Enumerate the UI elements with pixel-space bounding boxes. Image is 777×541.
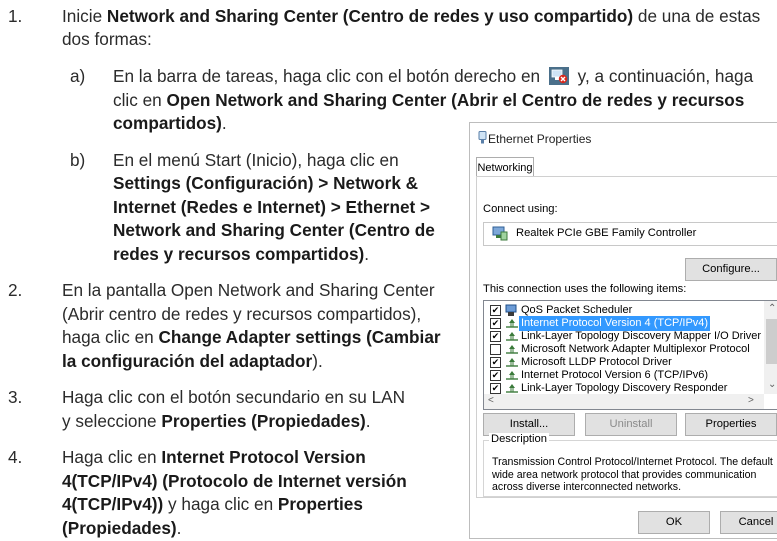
protocol-icon xyxy=(506,358,518,367)
dialog-title: Ethernet Properties xyxy=(488,132,592,146)
bold-text: Network and Sharing Center (Centro de re… xyxy=(106,6,634,26)
text-run: Haga clic con el botón secundario en su … xyxy=(62,387,406,407)
bold-text: compartidos) xyxy=(113,113,222,133)
step-4-line-1: Haga clic en Internet Protocol Version xyxy=(62,446,366,470)
substep-a-line-3: compartidos). xyxy=(113,112,227,136)
ethernet-adapter-icon xyxy=(478,131,487,144)
component-checkbox[interactable]: ✔ xyxy=(490,357,501,368)
component-checkbox[interactable] xyxy=(490,344,501,355)
substep-b-letter: b) xyxy=(70,150,86,170)
component-checkbox[interactable]: ✔ xyxy=(490,383,501,394)
text-run: ). xyxy=(312,351,323,371)
vertical-scrollbar[interactable]: ⌃ ⌄ xyxy=(764,301,777,394)
network-tray-icon xyxy=(548,67,569,85)
step-1-number: 1. xyxy=(8,6,23,26)
step-1-line-1: Inicie Network and Sharing Center (Centr… xyxy=(62,5,760,29)
text-run: En la barra de tareas, haga clic con el … xyxy=(113,66,545,86)
substep-a-letter: a) xyxy=(70,66,86,86)
bold-text: 4(TCP/IPv4)) xyxy=(62,494,164,514)
bold-text: la configuración del adaptador xyxy=(62,351,313,371)
qos-icon xyxy=(505,304,517,316)
tab-networking[interactable]: Networking xyxy=(476,157,534,178)
description-label: Description xyxy=(489,433,549,445)
text-run: En la pantalla Open Network and Sharing … xyxy=(62,280,435,300)
step-2-line-3: haga clic en Change Adapter settings (Ca… xyxy=(62,326,441,350)
protocol-icon xyxy=(506,371,518,380)
adapter-name: Realtek PCIe GBE Family Controller xyxy=(516,227,697,239)
ethernet-properties-dialog: Ethernet Properties Networking Connect u… xyxy=(469,122,777,539)
component-checkbox[interactable]: ✔ xyxy=(490,370,501,381)
bold-text: Change Adapter settings (Cambiar xyxy=(158,327,441,347)
step-3-line-1: Haga clic con el botón secundario en su … xyxy=(62,386,405,410)
step-2-line-2: (Abrir centro de redes y recursos compar… xyxy=(62,303,421,327)
substep-b-line-2: Settings (Configuración) > Network & xyxy=(113,172,418,196)
bold-text: Network and Sharing Center (Centro de xyxy=(113,220,435,240)
uninstall-button[interactable]: Uninstall xyxy=(585,413,677,436)
text-run: clic en xyxy=(113,90,167,110)
text-run: de una de estas xyxy=(633,6,761,26)
bold-text: Internet (Redes e Internet) > Ethernet > xyxy=(113,197,431,217)
bold-text: (Propiedades) xyxy=(62,518,177,538)
step-2-line-1: En la pantalla Open Network and Sharing … xyxy=(62,279,435,303)
text-run: . xyxy=(221,113,227,133)
items-list[interactable]: ⌃ ⌄ < > ✔ QoS Packet Scheduler ✔ Internet P… xyxy=(483,300,777,410)
text-run: Inicie xyxy=(62,6,107,26)
step-2-line-4: la configuración del adaptador). xyxy=(62,350,323,374)
bold-text: redes y recursos compartidos) xyxy=(113,244,365,264)
bold-text: Open Network and Sharing Center (Abrir e… xyxy=(166,90,745,110)
component-checkbox[interactable]: ✔ xyxy=(490,331,501,342)
network-adapter-icon xyxy=(492,226,508,241)
configure-button[interactable]: Configure... xyxy=(685,258,777,281)
bold-text: Settings (Configuración) > Network & xyxy=(113,173,419,193)
substep-b-line-4: Network and Sharing Center (Centro de xyxy=(113,219,435,243)
scroll-right-icon[interactable]: > xyxy=(748,395,754,406)
scroll-up-icon[interactable]: ⌃ xyxy=(768,303,776,314)
text-run: En el menú Start (Inicio), haga clic en xyxy=(113,150,399,170)
substep-a-line-2: clic en Open Network and Sharing Center … xyxy=(113,89,744,113)
step-3-line-2: y seleccione Properties (Propiedades). xyxy=(62,410,371,434)
ok-button[interactable]: OK xyxy=(638,511,710,534)
bold-text: Internet Protocol Version xyxy=(161,447,366,467)
description-text: Transmission Control Protocol/Internet P… xyxy=(492,456,773,493)
step-4-line-2: 4(TCP/IPv4) (Protocolo de Internet versi… xyxy=(62,470,407,494)
properties-button[interactable]: Properties xyxy=(685,413,777,436)
substep-a-line-1: En la barra de tareas, haga clic con el … xyxy=(113,65,753,89)
bold-text: Properties (Propiedades) xyxy=(161,411,366,431)
component-checkbox[interactable]: ✔ xyxy=(490,305,501,316)
substep-b-line-3: Internet (Redes e Internet) > Ethernet > xyxy=(113,196,430,220)
protocol-icon xyxy=(506,384,518,393)
component-checkbox[interactable]: ✔ xyxy=(490,318,501,329)
text-run: (Abrir centro de redes y recursos compar… xyxy=(62,304,422,324)
text-run: . xyxy=(365,411,371,431)
substep-b-line-5: redes y recursos compartidos). xyxy=(113,243,369,267)
items-label: This connection uses the following items… xyxy=(483,283,687,295)
text-run: haga clic en xyxy=(62,327,159,347)
scroll-left-icon[interactable]: < xyxy=(488,395,494,406)
step-4-line-3: 4(TCP/IPv4)) y haga clic en Properties xyxy=(62,493,363,517)
text-run: . xyxy=(176,518,182,538)
adapter-box: Realtek PCIe GBE Family Controller xyxy=(483,222,777,246)
text-run: y, a continuación, haga xyxy=(572,66,754,86)
protocol-icon xyxy=(506,345,518,354)
step-2-number: 2. xyxy=(8,280,23,300)
connect-using-label: Connect using: xyxy=(483,203,558,215)
horizontal-scrollbar[interactable]: < > xyxy=(484,394,764,409)
step-4-number: 4. xyxy=(8,447,23,467)
text-run: Haga clic en xyxy=(62,447,162,467)
scroll-thumb[interactable] xyxy=(766,319,777,364)
component-label: Link-Layer Topology Discovery Responder xyxy=(521,382,728,394)
protocol-icon xyxy=(506,332,518,341)
bold-text: 4(TCP/IPv4) (Protocolo de Internet versi… xyxy=(62,471,407,491)
substep-b-line-1: En el menú Start (Inicio), haga clic en xyxy=(113,149,399,173)
step-1-line-2: dos formas: xyxy=(62,28,152,52)
text-run: y seleccione xyxy=(62,411,162,431)
scroll-down-icon[interactable]: ⌄ xyxy=(768,379,776,390)
text-run: . xyxy=(364,244,370,264)
step-3-number: 3. xyxy=(8,387,23,407)
text-run: dos formas: xyxy=(62,29,152,49)
cancel-button[interactable]: Cancel xyxy=(720,511,777,534)
protocol-icon xyxy=(506,319,518,328)
bold-text: Properties xyxy=(277,494,363,514)
text-run: y haga clic en xyxy=(163,494,278,514)
